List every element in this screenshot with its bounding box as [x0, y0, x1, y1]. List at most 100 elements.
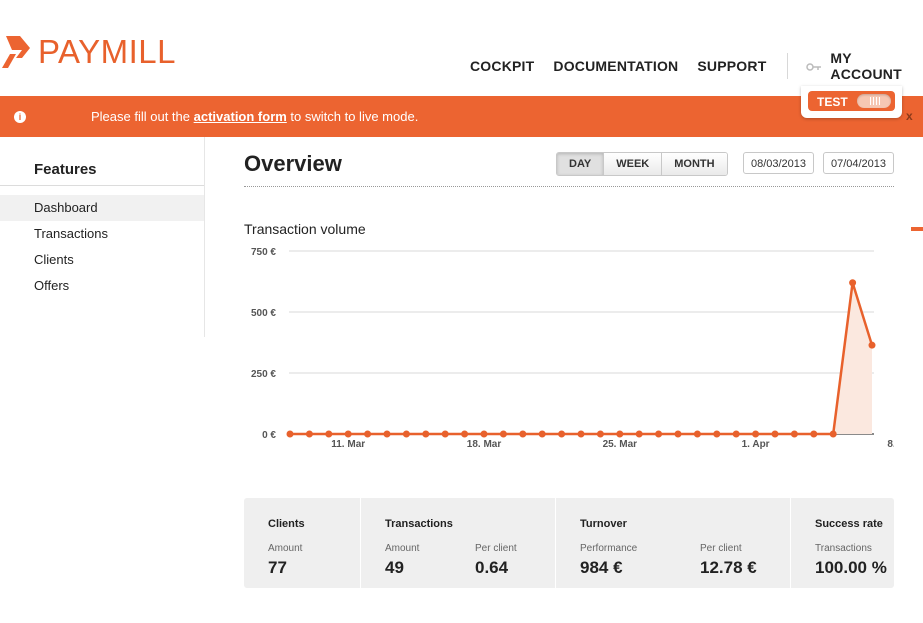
- y-tick-label: 250 €: [251, 369, 276, 380]
- paymill-logo-mark-icon: [2, 36, 30, 68]
- x-tick-label: 18. Mar: [467, 439, 502, 450]
- date-to-field[interactable]: 07/04/2013: [823, 152, 894, 174]
- data-point: [286, 430, 294, 438]
- sidebar-item-clients[interactable]: Clients: [0, 247, 204, 273]
- banner-close-button[interactable]: x: [906, 109, 913, 123]
- data-point: [752, 430, 760, 438]
- data-point: [771, 430, 779, 438]
- transaction-volume-chart: 750 € 500 € 250 € 0 € 11. Mar 18. Mar 25. Mar 1…: [251, 247, 894, 450]
- stat-clients-value: 77: [268, 558, 287, 577]
- data-point: [868, 341, 876, 349]
- banner-text-before: Please fill out the: [91, 109, 194, 124]
- data-point: [461, 430, 469, 438]
- stats-divider: [555, 498, 556, 588]
- data-point: [732, 430, 740, 438]
- stat-transactions-per-client: 0.64: [475, 558, 509, 577]
- data-point: [383, 430, 391, 438]
- info-icon: i: [14, 111, 26, 123]
- banner-text-after: to switch to live mode.: [286, 109, 419, 124]
- data-point: [305, 430, 313, 438]
- stat-clients-title: Clients: [268, 518, 305, 530]
- sidebar-item-transactions[interactable]: Transactions: [0, 221, 204, 247]
- sidebar-divider: [0, 185, 204, 186]
- stat-clients-label: Amount: [268, 543, 303, 554]
- data-point: [674, 430, 682, 438]
- series-line: [290, 281, 874, 436]
- x-tick-label: 11. Mar: [331, 439, 365, 450]
- data-point: [635, 430, 643, 438]
- stat-turnover-performance-label: Performance: [580, 543, 638, 554]
- stat-transactions-per-client-label: Per client: [475, 543, 517, 554]
- data-point: [790, 430, 798, 438]
- header: PAYMILL COCKPIT DOCUMENTATION SUPPORT MY…: [0, 0, 923, 96]
- mode-toggle[interactable]: TEST: [801, 86, 902, 118]
- stats-divider: [790, 498, 791, 588]
- side-marker: [911, 227, 923, 231]
- mode-toggle-label: TEST: [817, 95, 848, 109]
- date-from-field[interactable]: 08/03/2013: [743, 152, 814, 174]
- activation-form-link[interactable]: activation form: [194, 109, 287, 124]
- data-point: [849, 279, 857, 287]
- data-point: [616, 430, 624, 438]
- data-point: [829, 430, 837, 438]
- data-point: [480, 430, 488, 438]
- nav-support[interactable]: SUPPORT: [697, 58, 766, 74]
- data-point: [402, 430, 410, 438]
- sidebar-item-dashboard[interactable]: Dashboard: [0, 195, 204, 221]
- nav-my-account[interactable]: MY ACCOUNT: [830, 50, 923, 82]
- mode-toggle-switch[interactable]: TEST: [808, 91, 895, 111]
- data-point: [422, 430, 430, 438]
- x-tick-label: 25. Mar: [603, 439, 638, 450]
- series-area: [290, 282, 872, 434]
- stats-divider: [360, 498, 361, 588]
- data-point: [344, 430, 352, 438]
- data-point: [519, 430, 527, 438]
- y-tick-label: 750 €: [251, 247, 276, 258]
- stat-turnover-per-client: 12.78 €: [700, 558, 757, 577]
- y-tick-label: 0 €: [262, 430, 276, 441]
- brand-name: PAYMILL: [38, 33, 176, 70]
- banner-message: Please fill out the activation form to s…: [91, 109, 418, 124]
- data-point: [325, 430, 333, 438]
- data-point: [693, 430, 701, 438]
- sidebar-title: Features: [34, 161, 97, 178]
- data-point: [558, 430, 566, 438]
- data-point: [364, 430, 372, 438]
- sidebar-item-offers[interactable]: Offers: [0, 273, 204, 299]
- data-point: [810, 430, 818, 438]
- stat-transactions-amount: 49: [385, 558, 404, 577]
- toggle-knob[interactable]: [857, 94, 891, 108]
- nav-divider: [787, 53, 789, 79]
- data-point: [713, 430, 721, 438]
- y-tick-label: 500 €: [251, 308, 276, 319]
- data-point: [596, 430, 604, 438]
- nav-cockpit[interactable]: COCKPIT: [470, 58, 534, 74]
- top-navigation: COCKPIT DOCUMENTATION SUPPORT MY ACCOUNT: [470, 50, 923, 82]
- x-tick-label: 8. Apr: [887, 439, 894, 450]
- stat-transactions-amount-label: Amount: [385, 543, 420, 554]
- title-divider: [244, 186, 894, 187]
- data-point: [655, 430, 663, 438]
- x-tick-label: 1. Apr: [742, 439, 770, 450]
- stat-turnover-per-client-label: Per client: [700, 543, 742, 554]
- period-month-button[interactable]: MONTH: [662, 153, 727, 175]
- chart-title: Transaction volume: [244, 221, 366, 237]
- stat-turnover-performance: 984 €: [580, 558, 623, 577]
- stat-success-label: Transactions: [815, 543, 872, 554]
- data-point: [441, 430, 449, 438]
- data-point: [538, 430, 546, 438]
- data-point: [577, 430, 585, 438]
- period-week-button[interactable]: WEEK: [604, 153, 663, 175]
- stat-turnover-title: Turnover: [580, 518, 627, 530]
- activation-banner: i Please fill out the activation form to…: [0, 96, 923, 137]
- nav-documentation[interactable]: DOCUMENTATION: [553, 58, 678, 74]
- period-day-button[interactable]: DAY: [557, 153, 605, 175]
- stat-success-value: 100.00 %: [815, 558, 887, 577]
- period-selector: DAY WEEK MONTH: [556, 152, 728, 176]
- stat-transactions-title: Transactions: [385, 518, 453, 530]
- data-point: [499, 430, 507, 438]
- stats-panel: Clients Amount 77 Transactions Amount 49…: [244, 498, 894, 588]
- key-icon: [806, 59, 822, 74]
- paymill-logo[interactable]: PAYMILL: [0, 34, 176, 70]
- page-title: Overview: [244, 151, 342, 176]
